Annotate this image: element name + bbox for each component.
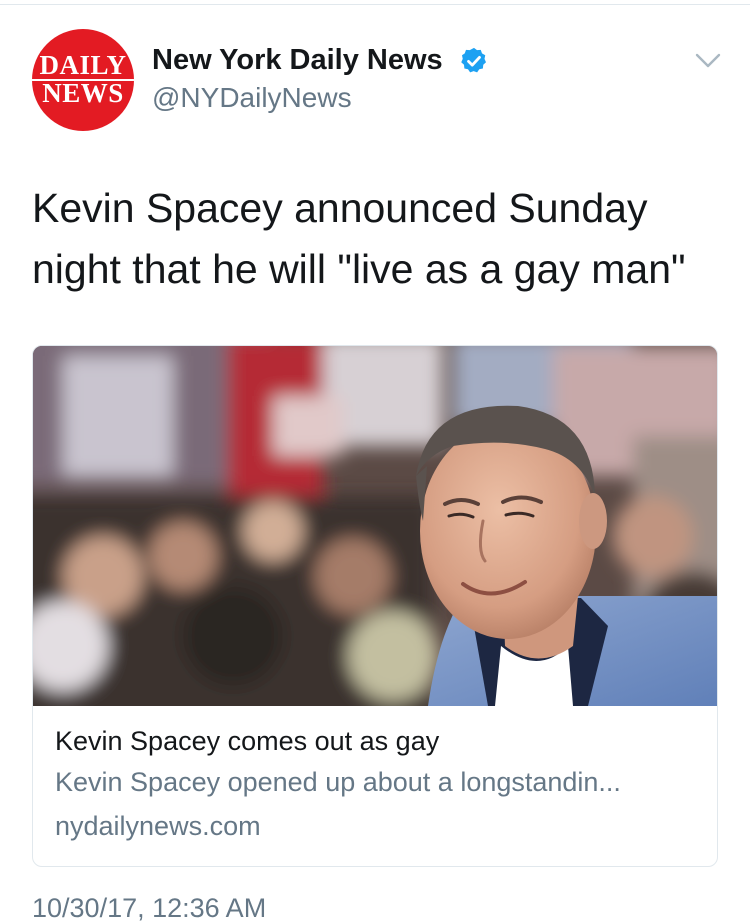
avatar[interactable]: DAILY NEWS: [32, 29, 134, 131]
card-domain: nydailynews.com: [55, 811, 261, 841]
card-description: Kevin Spacey opened up about a longstand…: [55, 767, 621, 797]
top-divider: [0, 4, 750, 5]
link-card[interactable]: Kevin Spacey comes out as gay Kevin Spac…: [32, 345, 718, 867]
logo-word-2: NEWS: [42, 78, 124, 108]
author-handle[interactable]: @NYDailyNews: [152, 82, 352, 114]
card-title[interactable]: Kevin Spacey comes out as gay: [55, 726, 439, 757]
tweet-timestamp[interactable]: 10/30/17, 12:36 AM: [32, 893, 266, 924]
tweet-text: Kevin Spacey announced Sunday night that…: [32, 185, 686, 292]
card-image[interactable]: [33, 346, 717, 706]
logo-word-1: DAILY: [39, 50, 127, 80]
chevron-down-icon[interactable]: [694, 52, 722, 70]
author-name[interactable]: New York Daily News: [152, 44, 443, 77]
verified-badge-icon: [461, 47, 486, 73]
